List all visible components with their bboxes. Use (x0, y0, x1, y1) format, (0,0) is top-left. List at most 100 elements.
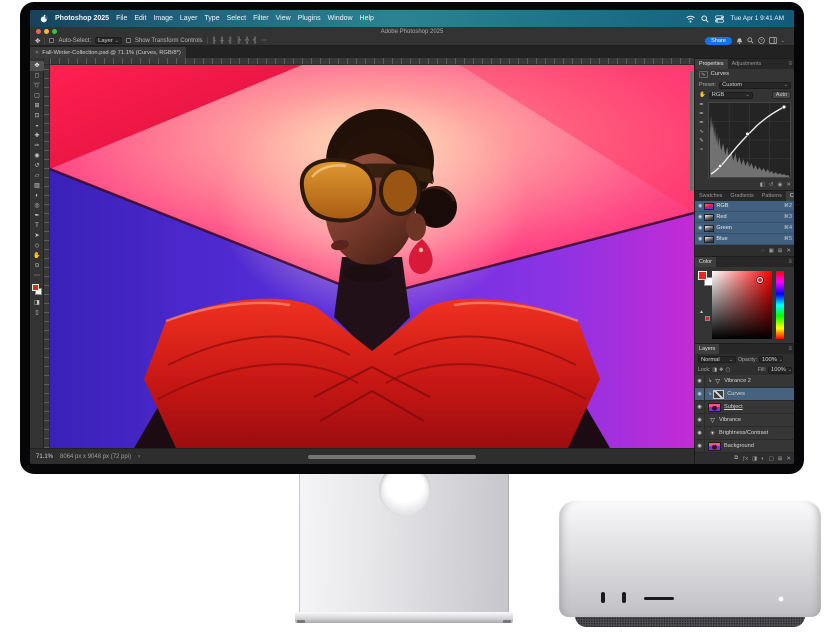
new-channel-icon[interactable]: ⊞ (778, 248, 783, 254)
menu-item-photoshop[interactable]: Photoshop 2025 (55, 15, 109, 22)
search-icon[interactable] (747, 37, 754, 44)
tab-patterns[interactable]: Patterns (758, 191, 786, 201)
layer-row-brightness-contrast[interactable]: ◉ ☀ Brightness/Contrast (695, 427, 794, 440)
object-selection-tool[interactable]: ▢ (30, 91, 44, 101)
new-group-icon[interactable]: ▢ (769, 456, 774, 462)
marquee-tool[interactable]: ◻ (30, 71, 44, 81)
screen-mode-icon[interactable]: ▯ (30, 308, 44, 318)
curves-grid[interactable] (708, 102, 791, 178)
menu-item-window[interactable]: Window (328, 15, 353, 22)
auto-select-checkbox[interactable] (49, 38, 54, 43)
align-center-h-icon[interactable]: ╫ (220, 38, 224, 44)
wifi-icon[interactable] (686, 15, 695, 23)
menu-item-image[interactable]: Image (153, 15, 172, 22)
menu-item-type[interactable]: Type (204, 15, 219, 22)
document-canvas[interactable] (50, 65, 694, 448)
layer-row-curves[interactable]: ◉ ↳ Curves (695, 388, 794, 401)
foreground-color-swatch[interactable] (32, 284, 39, 291)
lock-position-icon[interactable]: ✥ (719, 367, 723, 373)
eye-icon[interactable]: ◉ (697, 417, 701, 423)
panel-menu-icon[interactable]: ≡ (788, 257, 794, 267)
layer-row-subject[interactable]: ◉ Subject (695, 401, 794, 414)
show-transform-checkbox[interactable] (126, 38, 131, 43)
smooth-icon[interactable]: ≈ (700, 147, 703, 153)
eyedropper-gray-icon[interactable]: ✒ (699, 111, 704, 117)
shape-tool[interactable]: ◇ (30, 241, 44, 251)
channel-row-green[interactable]: ◉ Green ⌘4 (695, 223, 794, 234)
layer-row-vibrance-2[interactable]: ◉ ↳ ▽ Vibrance 2 (695, 375, 794, 388)
menu-item-layer[interactable]: Layer (180, 15, 198, 22)
eye-icon[interactable]: ◉ (698, 225, 702, 231)
load-selection-icon[interactable]: ◌ (761, 248, 764, 254)
channel-row-blue[interactable]: ◉ Blue ⌘5 (695, 234, 794, 245)
workspace-switcher-icon[interactable] (769, 37, 777, 44)
delete-channel-icon[interactable]: ✕ (786, 248, 791, 254)
notifications-bell-icon[interactable] (736, 37, 743, 45)
control-center-icon[interactable] (715, 15, 724, 23)
hue-slider[interactable] (776, 271, 784, 339)
brush-tool[interactable]: ✑ (30, 141, 44, 151)
history-brush-tool[interactable]: ↺ (30, 161, 44, 171)
move-tool[interactable]: ✥ (30, 61, 44, 71)
menu-item-filter[interactable]: Filter (253, 15, 269, 22)
eye-icon[interactable]: ◉ (697, 404, 701, 410)
blur-tool[interactable]: ◐ (30, 191, 44, 201)
healing-brush-tool[interactable]: ✚ (30, 131, 44, 141)
tab-properties[interactable]: Properties (695, 59, 728, 69)
more-align-options-icon[interactable]: ⋯ (261, 37, 267, 44)
preset-dropdown[interactable]: Custom ⌄ (719, 82, 791, 89)
gradient-tool[interactable]: ▨ (30, 181, 44, 191)
tab-adjustments[interactable]: Adjustments (728, 59, 766, 69)
eyedropper-black-icon[interactable]: ✒ (699, 102, 704, 108)
type-tool[interactable]: T (30, 221, 44, 231)
color-cursor-icon[interactable] (757, 277, 763, 283)
tab-gradients[interactable]: Gradients (726, 191, 757, 201)
save-selection-icon[interactable]: ▣ (769, 248, 774, 254)
adjustment-layer-icon[interactable]: ◐ (761, 456, 764, 462)
tab-color[interactable]: Color (695, 257, 716, 267)
layer-row-background[interactable]: ◉ Background (695, 440, 794, 453)
toggle-visibility-icon[interactable]: ◉ (778, 182, 783, 188)
menu-item-view[interactable]: View (276, 15, 291, 22)
distribute-left-icon[interactable]: ╠ (236, 38, 240, 44)
edit-toolbar-icon[interactable]: ⋯ (30, 271, 44, 281)
targeted-adjustment-icon[interactable]: ✋ (699, 92, 706, 98)
share-button[interactable]: Share (705, 37, 732, 45)
lock-all-icon[interactable]: ▢ (725, 367, 730, 373)
menu-item-plugins[interactable]: Plugins (298, 15, 321, 22)
clip-to-layer-icon[interactable]: ◧ (760, 182, 765, 188)
pen-tool[interactable]: ✒ (30, 211, 44, 221)
foreground-color-swatch[interactable] (698, 271, 707, 280)
dodge-tool[interactable]: ◎ (30, 201, 44, 211)
menu-item-help[interactable]: Help (360, 15, 374, 22)
panel-menu-icon[interactable]: ≡ (788, 59, 794, 69)
menu-item-select[interactable]: Select (227, 15, 246, 22)
layer-effects-icon[interactable]: ƒx (742, 456, 748, 462)
distribute-right-icon[interactable]: ╣ (253, 38, 257, 44)
menu-item-file[interactable]: File (116, 15, 127, 22)
opacity-dropdown[interactable]: 100% ⌄ (759, 356, 783, 363)
reset-adjustment-icon[interactable]: ↺ (769, 182, 774, 188)
lock-transparency-icon[interactable]: ◨ (712, 367, 717, 373)
align-right-icon[interactable]: ╢ (228, 38, 232, 44)
lasso-tool[interactable]: ➰ (30, 81, 44, 91)
menu-item-edit[interactable]: Edit (134, 15, 146, 22)
eyedropper-tool[interactable]: ◒ (30, 121, 44, 131)
link-layers-icon[interactable]: ⧉ (734, 455, 738, 462)
crop-tool[interactable]: ⊞ (30, 101, 44, 111)
eye-icon[interactable]: ◉ (698, 214, 702, 220)
align-left-icon[interactable]: ╟ (212, 38, 216, 44)
new-layer-icon[interactable]: ⊞ (778, 456, 783, 462)
workspace-chevron-icon[interactable]: ⌄ (781, 39, 785, 43)
eyedropper-white-icon[interactable]: ✒ (699, 120, 704, 126)
frame-tool[interactable]: ⊡ (30, 111, 44, 121)
hand-tool[interactable]: ✋ (30, 251, 44, 261)
quick-mask-icon[interactable]: ◨ (30, 298, 44, 308)
auto-select-target-dropdown[interactable]: Layer⌄ (95, 37, 122, 44)
saturation-brightness-field[interactable] (712, 271, 772, 339)
channel-row-rgb[interactable]: ◉ RGB ⌘2 (695, 201, 794, 212)
delete-layer-icon[interactable]: ✕ (786, 456, 791, 462)
menu-bar-clock[interactable]: Tue Apr 1 9:41 AM (730, 15, 784, 22)
color-swatches[interactable] (30, 283, 44, 298)
zoom-tool[interactable]: ⊙ (30, 261, 44, 271)
